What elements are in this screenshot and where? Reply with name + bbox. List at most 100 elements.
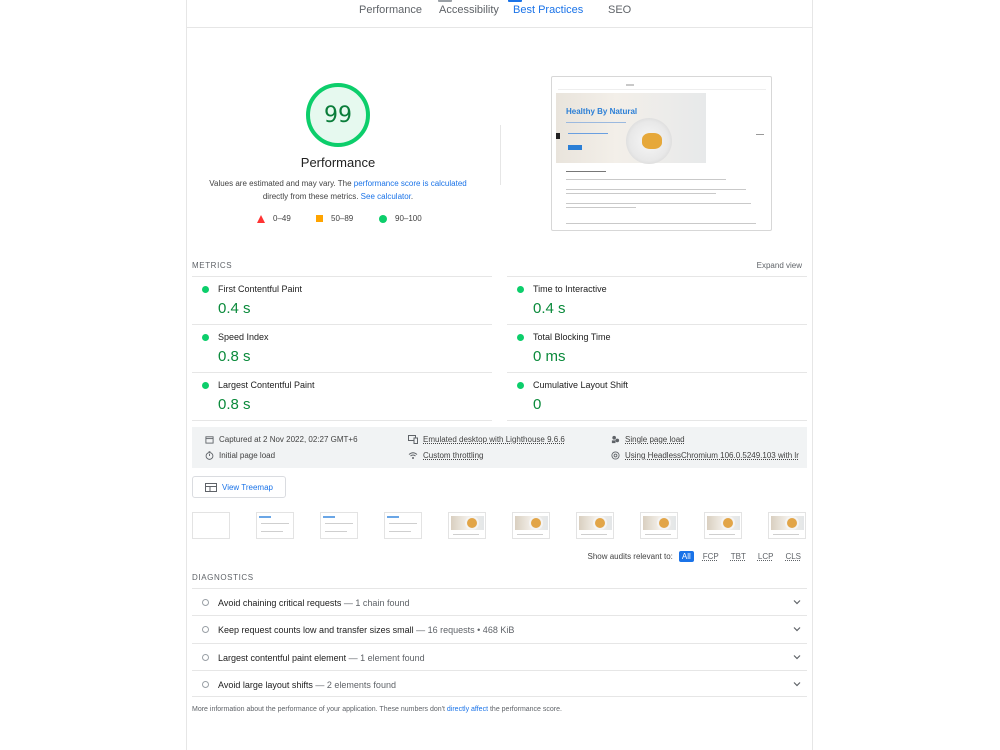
- single-text: Single page load: [625, 435, 685, 444]
- screenshot-text-line: [566, 223, 756, 224]
- tab-accessibility[interactable]: Accessibility: [439, 4, 499, 16]
- treemap-icon: [205, 482, 217, 492]
- frame-plate: [787, 518, 797, 528]
- footer-text-end: the performance score.: [488, 706, 562, 713]
- single-page-load[interactable]: Single page load: [611, 435, 685, 444]
- frame-plate: [531, 518, 541, 528]
- performance-score-label: Performance: [300, 155, 376, 170]
- screenshot-hero-image: [556, 93, 706, 164]
- audit-name: Keep request counts low and transfer siz…: [218, 625, 414, 635]
- filter-fcp[interactable]: FCP: [700, 551, 722, 562]
- emulated-device[interactable]: Emulated desktop with Lighthouse 9.6.6: [408, 435, 565, 444]
- frame-title-mark: [323, 516, 335, 518]
- expand-view-toggle[interactable]: Expand view: [757, 261, 802, 270]
- initial-page-load: Initial page load: [205, 451, 275, 460]
- average-square-icon: [316, 215, 323, 222]
- screenshot-site-title: Healthy By Natural: [566, 107, 638, 116]
- pass-circle-icon: [517, 334, 524, 341]
- audit-title: Keep request counts low and transfer siz…: [218, 625, 514, 635]
- filmstrip-frame: [512, 512, 550, 539]
- custom-throttling[interactable]: Custom throttling: [408, 451, 483, 460]
- filter-all[interactable]: All: [678, 551, 694, 562]
- audit-item[interactable]: Avoid large layout shifts — 2 elements f…: [192, 670, 807, 697]
- tab-seo[interactable]: SEO: [608, 4, 631, 16]
- audit-name: Avoid chaining critical requests: [218, 598, 342, 608]
- view-treemap-label: View Treemap: [222, 482, 273, 492]
- metric-label: Time to Interactive: [533, 284, 607, 294]
- filmstrip-frame: [768, 512, 806, 539]
- metrics-title: METRICS: [192, 261, 233, 270]
- tab-best-practices[interactable]: Best Practices: [513, 4, 583, 16]
- screenshot-text-line: [566, 193, 716, 194]
- wifi-icon: [408, 452, 418, 459]
- audit-title: Largest contentful paint element — 1 ele…: [218, 653, 425, 663]
- frame-line: [773, 534, 799, 535]
- filter-lcp[interactable]: LCP: [755, 551, 777, 562]
- final-screenshot[interactable]: Healthy By Natural: [551, 76, 772, 231]
- screenshot-text-line: [566, 189, 746, 190]
- audit-title: Avoid large layout shifts — 2 elements f…: [218, 680, 396, 690]
- frame-line: [709, 534, 735, 535]
- category-tabs: Performance Accessibility Best Practices…: [187, 0, 812, 28]
- desktop-icon: [408, 435, 418, 444]
- frame-line: [389, 523, 417, 524]
- screenshot-heading: [566, 171, 606, 172]
- metric-label: Largest Contentful Paint: [218, 380, 315, 390]
- filter-tbt[interactable]: TBT: [728, 551, 749, 562]
- tab-indicator-active: [508, 0, 522, 2]
- audit-name: Largest contentful paint element: [218, 653, 347, 663]
- metric-label: Cumulative Layout Shift: [533, 380, 629, 390]
- metric-total-blocking-time: Total Blocking Time 0 ms: [507, 324, 807, 372]
- legend-pass: 90–100: [379, 214, 422, 223]
- frame-line: [581, 534, 607, 535]
- view-treemap-button[interactable]: View Treemap: [192, 476, 286, 498]
- see-calculator-link[interactable]: See calculator: [361, 192, 411, 201]
- screenshot-header-line: [558, 89, 766, 90]
- screenshot-text-line: [566, 207, 636, 208]
- browser-version[interactable]: Using HeadlessChromium 106.0.5249.103 wi…: [611, 451, 799, 460]
- fail-triangle-icon: [257, 214, 265, 223]
- audit-detail: — 1 chain found: [343, 598, 410, 608]
- chevron-down-icon: [793, 655, 801, 660]
- frame-line: [325, 531, 347, 532]
- score-calculated-link[interactable]: performance score is calculated: [354, 179, 467, 188]
- informative-circle-icon: [202, 681, 209, 688]
- browser-text: Using HeadlessChromium 106.0.5249.103 wi…: [625, 451, 799, 460]
- frame-plate: [595, 518, 605, 528]
- frame-line: [261, 531, 283, 532]
- score-note-text-2: directly from these metrics.: [262, 192, 361, 201]
- informative-circle-icon: [202, 654, 209, 661]
- tab-indicator: [438, 0, 452, 2]
- audit-filter: Show audits relevant to: All FCP TBT LCP…: [587, 551, 804, 562]
- metric-speed-index: Speed Index 0.8 s: [192, 324, 492, 372]
- filmstrip-frame: [704, 512, 742, 539]
- runtime-settings: Captured at 2 Nov 2022, 02:27 GMT+6 Emul…: [192, 427, 807, 468]
- audit-item[interactable]: Keep request counts low and transfer siz…: [192, 615, 807, 642]
- calendar-icon: [205, 436, 214, 444]
- metric-value: 0 ms: [533, 348, 566, 365]
- frame-plate: [467, 518, 477, 528]
- metrics-bottom-line: [507, 420, 807, 421]
- legend-average: 50–89: [316, 214, 353, 223]
- captured-at: Captured at 2 Nov 2022, 02:27 GMT+6: [205, 435, 358, 444]
- screenshot-text-line: [566, 179, 726, 180]
- filmstrip-frame: [576, 512, 614, 539]
- screenshot-side-text: [756, 134, 764, 135]
- screenshot-button: [568, 145, 582, 150]
- audit-item[interactable]: Largest contentful paint element — 1 ele…: [192, 643, 807, 670]
- metric-value: 0.8 s: [218, 396, 251, 413]
- screenshot-tagline: [566, 122, 626, 123]
- metric-cumulative-layout-shift: Cumulative Layout Shift 0: [507, 372, 807, 420]
- filmstrip-frame: [640, 512, 678, 539]
- throttling-text: Custom throttling: [423, 451, 484, 460]
- frame-line: [645, 534, 671, 535]
- metric-label: Speed Index: [218, 332, 269, 342]
- diagnostics-footer: More information about the performance o…: [192, 706, 562, 713]
- filter-cls[interactable]: CLS: [782, 551, 804, 562]
- audit-detail: — 16 requests • 468 KiB: [416, 625, 515, 635]
- audit-detail: — 2 elements found: [315, 680, 396, 690]
- tab-performance[interactable]: Performance: [359, 4, 422, 16]
- metric-label: Total Blocking Time: [533, 332, 611, 342]
- audit-item[interactable]: Avoid chaining critical requests — 1 cha…: [192, 588, 807, 615]
- directly-affect-link[interactable]: directly affect: [447, 706, 488, 713]
